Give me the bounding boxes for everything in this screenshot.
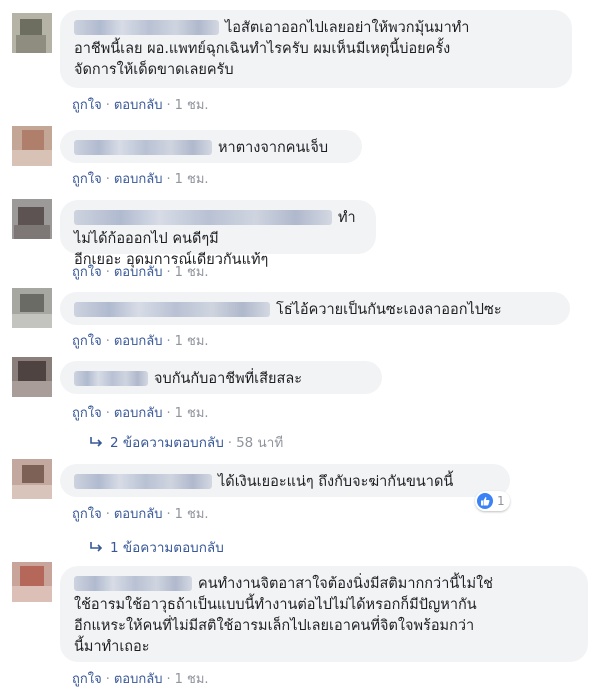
comment-timestamp[interactable]: 1 ชม. <box>175 265 209 280</box>
comment-actions: ถูกใจ · ตอบกลับ · 1 ชม. <box>72 98 209 113</box>
reaction-badge[interactable]: 1 <box>475 491 510 511</box>
commenter-name[interactable] <box>74 474 212 489</box>
commenter-name[interactable] <box>74 576 192 591</box>
reply-arrow-icon <box>90 541 104 553</box>
comment-actions: ถูกใจ · ตอบกลับ · 1 ชม. <box>72 334 209 349</box>
reply-link[interactable]: ตอบกลับ <box>114 507 163 522</box>
like-link[interactable]: ถูกใจ <box>72 672 102 687</box>
avatar[interactable] <box>12 459 52 499</box>
reply-link[interactable]: ตอบกลับ <box>114 672 163 687</box>
comment-timestamp[interactable]: 1 ชม. <box>175 172 209 187</box>
comment-actions: ถูกใจ · ตอบกลับ · 1 ชม. <box>72 507 209 522</box>
reply-link[interactable]: ตอบกลับ <box>114 172 163 187</box>
avatar[interactable] <box>12 199 52 239</box>
reaction-count: 1 <box>497 494 505 508</box>
replies-timestamp: 58 นาที <box>236 435 284 451</box>
avatar[interactable] <box>12 357 52 397</box>
comment-actions: ถูกใจ · ตอบกลับ · 1 ชม. <box>72 172 209 187</box>
commenter-name[interactable] <box>74 140 212 155</box>
comment-timestamp[interactable]: 1 ชม. <box>175 672 209 687</box>
comment-timestamp[interactable]: 1 ชม. <box>175 406 209 421</box>
comment-bubble: ได้เงินเยอะแน่ๆ ถึงกับจะฆ่ากันขนาดนี้ <box>60 464 510 497</box>
comment-actions: ถูกใจ · ตอบกลับ · 1 ชม. <box>72 406 209 421</box>
reply-link[interactable]: ตอบกลับ <box>114 334 163 349</box>
view-replies-link[interactable]: 1 ข้อความตอบกลับ <box>90 536 224 558</box>
comment-actions: ถูกใจ · ตอบกลับ · 1 ชม. <box>72 672 209 687</box>
avatar[interactable] <box>12 562 52 602</box>
commenter-name[interactable] <box>74 302 270 317</box>
like-link[interactable]: ถูกใจ <box>72 172 102 187</box>
comment-text: จบกันกับอาชีพที่เสียสละ <box>154 371 303 387</box>
like-link[interactable]: ถูกใจ <box>72 507 102 522</box>
comment-text: หาตางจากคนเจ็บ <box>218 140 329 156</box>
comment-timestamp[interactable]: 1 ชม. <box>175 334 209 349</box>
comment-text: โธ่ไอ้ควายเป็นกันซะเองลาออกไปซะ <box>276 302 502 318</box>
like-link[interactable]: ถูกใจ <box>72 406 102 421</box>
avatar[interactable] <box>12 126 52 166</box>
like-link[interactable]: ถูกใจ <box>72 98 102 113</box>
comment-bubble: หาตางจากคนเจ็บ <box>60 130 362 163</box>
comment-actions: ถูกใจ · ตอบกลับ · 1 ชม. <box>72 265 209 280</box>
reply-link[interactable]: ตอบกลับ <box>114 265 163 280</box>
commenter-name[interactable] <box>74 371 148 386</box>
like-link[interactable]: ถูกใจ <box>72 265 102 280</box>
commenter-name[interactable] <box>74 20 219 35</box>
reply-link[interactable]: ตอบกลับ <box>114 406 163 421</box>
comment-bubble: ไอสัตเอาออกไปเลยอย่าให้พวกมุ้นมาทำ อาชีพ… <box>60 10 572 88</box>
comment-bubble: คนทำงานจิตอาสาใจต้องนิ่งมีสติมากกว่านี้ไ… <box>60 566 588 662</box>
avatar[interactable] <box>12 13 52 53</box>
comment-timestamp[interactable]: 1 ชม. <box>175 507 209 522</box>
comment-timestamp[interactable]: 1 ชม. <box>175 98 209 113</box>
comment-bubble: ทำไม่ได้ก้อออกไป คนดีๆมี อีกเยอะ อุดมการ… <box>60 200 376 268</box>
comment-text: ได้เงินเยอะแน่ๆ ถึงกับจะฆ่ากันขนาดนี้ <box>218 474 454 490</box>
avatar[interactable] <box>12 288 52 328</box>
view-replies-link[interactable]: 2 ข้อความตอบกลับ · 58 นาที <box>90 431 283 453</box>
reply-link[interactable]: ตอบกลับ <box>114 98 163 113</box>
comment-bubble: โธ่ไอ้ควายเป็นกันซะเองลาออกไปซะ <box>60 292 570 325</box>
commenter-name[interactable] <box>74 210 332 225</box>
thumbs-up-icon <box>477 493 493 509</box>
comment-bubble: จบกันกับอาชีพที่เสียสละ <box>60 361 382 394</box>
reply-arrow-icon <box>90 436 104 448</box>
replies-count[interactable]: 1 ข้อความตอบกลับ <box>110 540 224 556</box>
like-link[interactable]: ถูกใจ <box>72 334 102 349</box>
replies-count[interactable]: 2 ข้อความตอบกลับ <box>110 435 224 451</box>
